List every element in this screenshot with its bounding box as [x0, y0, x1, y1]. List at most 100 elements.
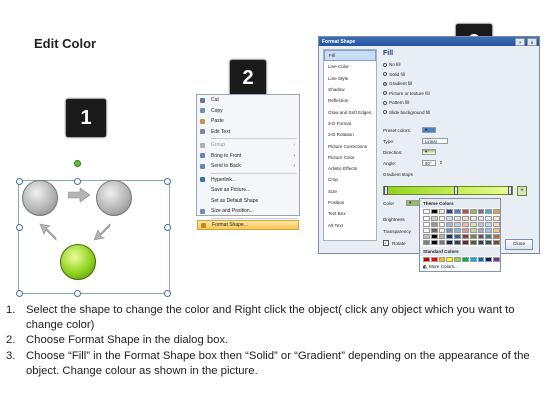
- color-swatch[interactable]: [477, 240, 485, 245]
- color-swatch[interactable]: [469, 222, 477, 227]
- radio-button[interactable]: [383, 91, 387, 95]
- close-icon[interactable]: X: [527, 38, 537, 46]
- fill-option-slide-background-fill[interactable]: Slide background fill: [383, 110, 430, 115]
- color-swatch[interactable]: [461, 222, 469, 227]
- radio-button[interactable]: [383, 62, 387, 67]
- menu-item-bring-to-front[interactable]: Bring to Front ›: [197, 151, 299, 162]
- fill-option-pattern-fill[interactable]: Pattern fill: [383, 100, 409, 105]
- nav-item-crop[interactable]: Crop: [324, 174, 376, 185]
- type-dropdown[interactable]: Linear: [422, 138, 448, 144]
- color-swatch[interactable]: [469, 240, 477, 245]
- direction-dropdown[interactable]: ▾: [422, 149, 436, 155]
- color-swatch[interactable]: [493, 257, 500, 262]
- fill-option-gradient-fill[interactable]: Gradient fill: [383, 81, 412, 86]
- color-swatch[interactable]: [485, 222, 493, 227]
- resize-handle[interactable]: [74, 290, 81, 297]
- green-circle-selected[interactable]: [60, 244, 96, 280]
- color-swatch[interactable]: [454, 234, 461, 239]
- color-swatch[interactable]: [493, 234, 500, 239]
- radio-button[interactable]: [383, 81, 387, 86]
- radio-button[interactable]: [383, 110, 387, 114]
- radio-button[interactable]: [383, 72, 387, 76]
- color-swatch[interactable]: [485, 209, 493, 214]
- angle-stepper-icon[interactable]: ⇕: [439, 160, 443, 166]
- color-swatch[interactable]: [477, 222, 485, 227]
- color-swatch[interactable]: [438, 228, 446, 233]
- nav-item-shadow[interactable]: Shadow: [324, 84, 376, 95]
- angle-input[interactable]: 90°: [422, 160, 436, 166]
- nav-item-line-color[interactable]: Line Color: [324, 61, 376, 72]
- color-swatch[interactable]: [477, 209, 485, 214]
- gradient-stop-handle[interactable]: [508, 186, 512, 195]
- nav-item-alt-text[interactable]: Alt Text: [324, 219, 376, 230]
- color-swatch[interactable]: [461, 209, 469, 214]
- color-swatch[interactable]: [477, 257, 485, 262]
- color-swatch[interactable]: [461, 216, 469, 221]
- nav-item-fill[interactable]: Fill: [324, 50, 376, 62]
- nav-item-picture-corrections[interactable]: Picture Corrections: [324, 140, 376, 151]
- color-swatch[interactable]: [423, 209, 430, 214]
- color-swatch[interactable]: [461, 240, 469, 245]
- color-swatch[interactable]: [454, 209, 461, 214]
- menu-item-format-shape[interactable]: Format Shape...: [197, 219, 299, 230]
- gradient-stop-handle[interactable]: [454, 186, 458, 195]
- menu-item-group[interactable]: Group ›: [197, 140, 299, 151]
- menu-item-copy[interactable]: Copy: [197, 106, 299, 117]
- menu-item-hyperlink[interactable]: Hyperlink...: [197, 175, 299, 186]
- help-button[interactable]: ?: [515, 38, 525, 46]
- color-swatch[interactable]: [438, 222, 446, 227]
- color-swatch[interactable]: [430, 257, 438, 262]
- color-swatch[interactable]: [446, 222, 454, 227]
- color-swatch[interactable]: [469, 257, 477, 262]
- menu-item-size-and-position[interactable]: Size and Position...: [197, 206, 299, 217]
- color-swatch[interactable]: [485, 234, 493, 239]
- nav-item-position[interactable]: Position: [324, 197, 376, 208]
- color-swatch[interactable]: [438, 240, 446, 245]
- color-swatch[interactable]: [446, 216, 454, 221]
- color-swatch[interactable]: [423, 257, 430, 262]
- color-swatch[interactable]: [423, 228, 430, 233]
- add-stop-icon[interactable]: +: [517, 186, 527, 196]
- nav-item-size[interactable]: Size: [324, 186, 376, 197]
- preset-colors-dropdown[interactable]: ▾: [422, 127, 436, 133]
- color-swatch[interactable]: [469, 234, 477, 239]
- more-colors-link[interactable]: More Colors...: [420, 262, 500, 271]
- menu-item-set-as-default-shape[interactable]: Set as Default Shape: [197, 196, 299, 207]
- color-swatch[interactable]: [446, 234, 454, 239]
- color-swatch[interactable]: [438, 234, 446, 239]
- resize-handle[interactable]: [164, 224, 171, 231]
- nav-item-reflection[interactable]: Reflection: [324, 95, 376, 106]
- color-swatch[interactable]: [446, 257, 454, 262]
- color-swatch[interactable]: [461, 257, 469, 262]
- rotate-handle[interactable]: [74, 160, 81, 167]
- fill-option-solid-fill[interactable]: Solid fill: [383, 72, 405, 77]
- color-swatch[interactable]: [430, 228, 438, 233]
- fill-option-no-fill[interactable]: No fill: [383, 62, 401, 67]
- resize-handle[interactable]: [164, 178, 171, 185]
- color-swatch[interactable]: [454, 257, 461, 262]
- gray-circle-right[interactable]: [96, 180, 132, 216]
- color-swatch[interactable]: [469, 216, 477, 221]
- resize-handle[interactable]: [16, 224, 23, 231]
- color-swatch[interactable]: [430, 209, 438, 214]
- color-swatch[interactable]: [423, 234, 430, 239]
- color-swatch[interactable]: [446, 228, 454, 233]
- color-swatch[interactable]: [430, 234, 438, 239]
- resize-handle[interactable]: [74, 178, 81, 185]
- color-swatch[interactable]: [430, 240, 438, 245]
- color-swatch[interactable]: [438, 216, 446, 221]
- color-swatch[interactable]: [461, 228, 469, 233]
- fill-option-picture-or-texture-fill[interactable]: Picture or texture fill: [383, 91, 430, 96]
- menu-item-save-as-picture[interactable]: Save as Picture...: [197, 185, 299, 196]
- resize-handle[interactable]: [16, 290, 23, 297]
- resize-handle[interactable]: [16, 178, 23, 185]
- nav-item-3-d-format[interactable]: 3-D Format: [324, 118, 376, 129]
- color-swatch[interactable]: [438, 257, 446, 262]
- color-swatch[interactable]: [454, 240, 461, 245]
- color-swatch[interactable]: [493, 240, 500, 245]
- color-swatch[interactable]: [438, 209, 446, 214]
- color-swatch[interactable]: [423, 222, 430, 227]
- color-swatch[interactable]: [477, 228, 485, 233]
- nav-item-line-style[interactable]: Line Style: [324, 73, 376, 84]
- nav-item-artistic-effects[interactable]: Artistic Effects: [324, 163, 376, 174]
